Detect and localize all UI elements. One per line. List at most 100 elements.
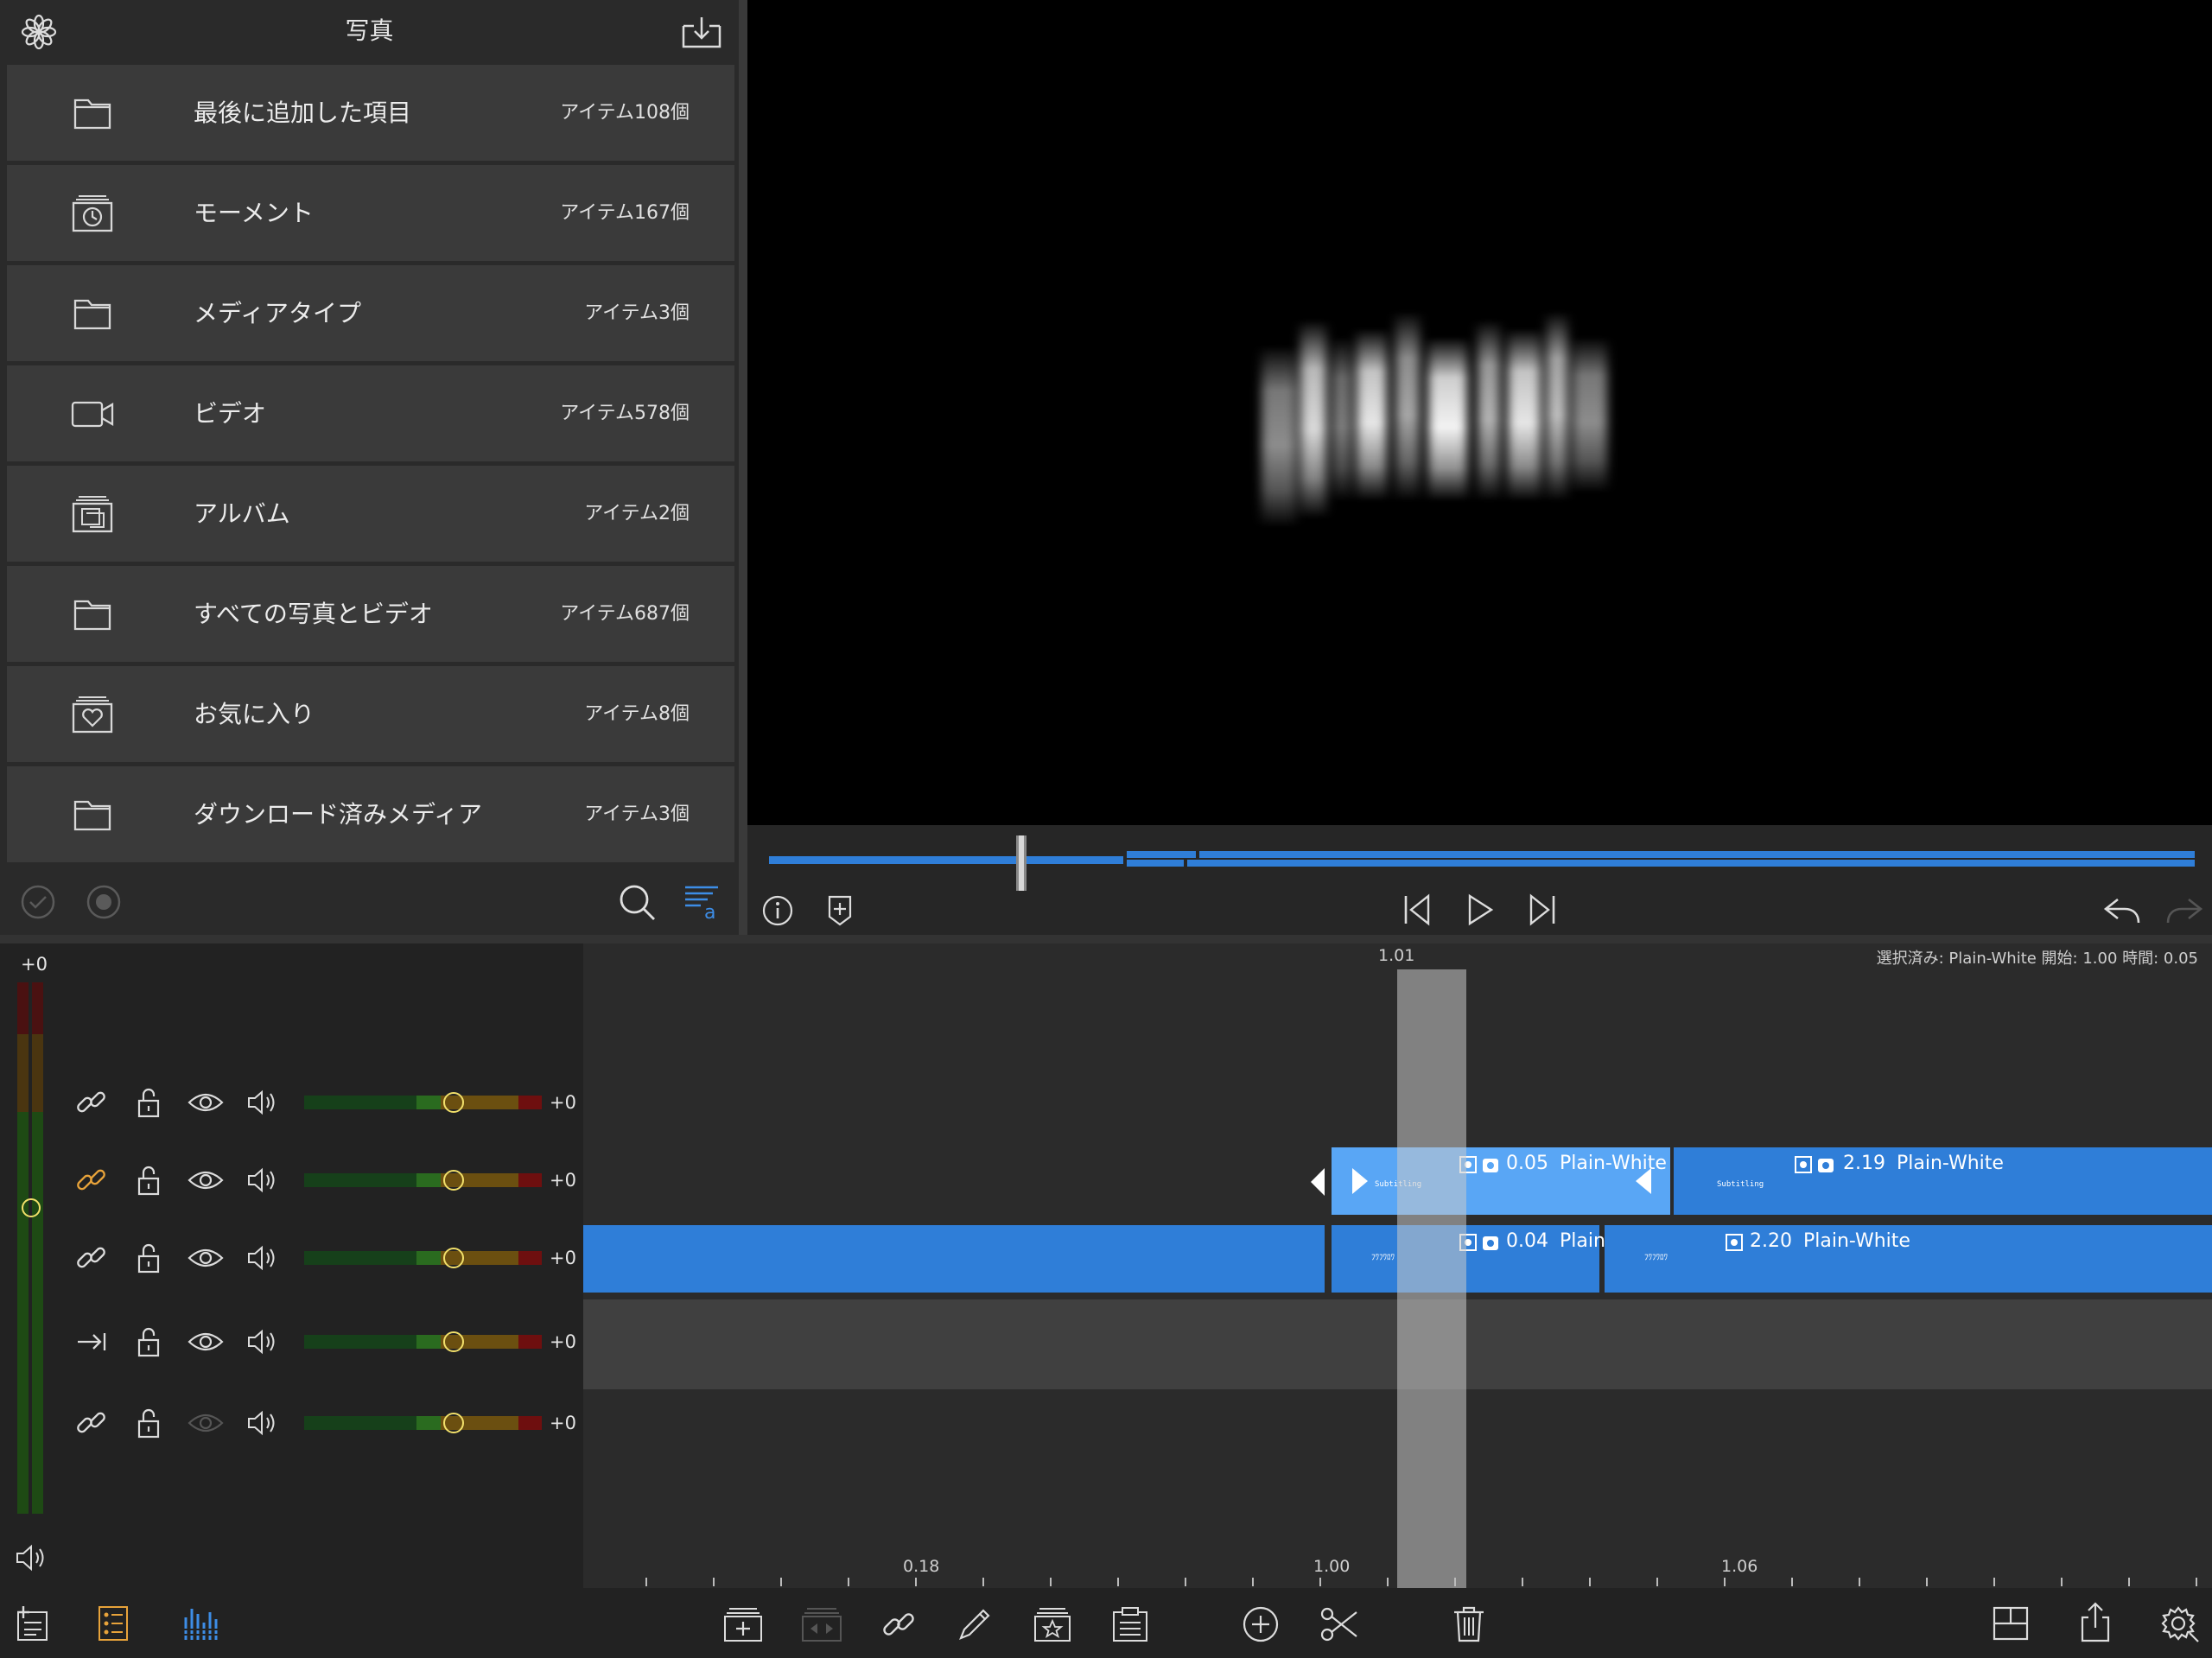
track-list-icon[interactable] (98, 1605, 129, 1642)
add-marker-icon[interactable] (826, 894, 854, 927)
track-volume-slider[interactable] (304, 1092, 542, 1113)
track-volume-slider[interactable] (304, 1248, 542, 1268)
ruler-tick (915, 1578, 917, 1586)
playhead[interactable] (1397, 969, 1466, 1588)
clip-effect-icons (1795, 1156, 1834, 1175)
eye-icon[interactable] (187, 1324, 225, 1359)
media-browser: 写真 最後に追加した項目 アイテム108個 モーメント アイテム167個 メディ… (0, 0, 739, 935)
add-track-icon[interactable] (16, 1605, 50, 1642)
track-volume-slider[interactable] (304, 1170, 542, 1191)
pencil-edit-icon[interactable] (956, 1605, 992, 1643)
link-icon[interactable] (880, 1605, 918, 1643)
speaker-icon[interactable] (245, 1085, 283, 1120)
lock-open-icon[interactable] (131, 1241, 169, 1275)
favorite-clip-icon[interactable] (1033, 1605, 1072, 1643)
clip-name: Plain (1560, 1230, 1605, 1252)
list-item[interactable]: モーメント アイテム167個 (7, 165, 734, 261)
arrow-to-line-icon[interactable] (74, 1324, 112, 1359)
link-icon[interactable] (74, 1241, 112, 1275)
scrubber-segment (1127, 851, 1196, 858)
list-item-count: アイテム2個 (584, 503, 690, 524)
trim-left-arrow[interactable] (1307, 1165, 1328, 1199)
search-icon[interactable] (619, 884, 657, 922)
panel-divider[interactable] (0, 935, 2212, 943)
scrubber-playhead[interactable] (1016, 835, 1027, 891)
list-item[interactable]: アルバム アイテム2個 (7, 466, 734, 562)
eye-icon[interactable] (187, 1085, 225, 1120)
track-volume-knob[interactable] (443, 1331, 464, 1352)
undo-icon[interactable] (2102, 896, 2142, 925)
title-clip[interactable]: Subtitling 2.19 Plain-White (1674, 1147, 2212, 1215)
scrubber-segment (1199, 851, 2195, 858)
info-icon[interactable] (761, 894, 794, 927)
ruler-tick (2128, 1578, 2130, 1586)
eye-icon[interactable] (187, 1241, 225, 1275)
eye-icon[interactable] (187, 1406, 225, 1440)
ruler-tick (982, 1578, 984, 1586)
redo-icon[interactable] (2164, 896, 2204, 925)
checkmark-icon[interactable] (21, 885, 55, 919)
track-volume-slider[interactable] (304, 1413, 542, 1433)
list-item[interactable]: メディアタイプ アイテム3個 (7, 265, 734, 361)
trim-end-handle[interactable] (1632, 1158, 1662, 1204)
list-item[interactable]: お気に入り アイテム8個 (7, 666, 734, 762)
panel-divider[interactable] (739, 0, 747, 935)
eye-icon[interactable] (187, 1163, 225, 1197)
track-volume-knob[interactable] (443, 1092, 464, 1113)
record-icon[interactable] (86, 885, 121, 919)
play-icon[interactable] (1465, 893, 1495, 927)
list-item[interactable]: 最後に追加した項目 アイテム108個 (7, 65, 734, 161)
trim-start-handle[interactable] (1342, 1158, 1371, 1204)
list-item-count: アイテム578個 (560, 403, 690, 424)
ruler-tick (713, 1578, 715, 1586)
speaker-icon[interactable] (245, 1163, 283, 1197)
clip-name: Plain-White (1897, 1153, 2004, 1174)
speaker-icon[interactable] (245, 1324, 283, 1359)
svg-text:a: a (704, 902, 715, 920)
link-icon[interactable] (74, 1406, 112, 1440)
insert-clip-icon[interactable] (722, 1605, 764, 1643)
sort-by-name-icon[interactable]: a (683, 884, 720, 920)
clipboard-icon[interactable] (1110, 1605, 1150, 1643)
trash-icon[interactable] (1452, 1605, 1486, 1643)
lock-open-icon[interactable] (131, 1085, 169, 1120)
track-volume-knob[interactable] (443, 1413, 464, 1433)
lock-open-icon[interactable] (131, 1406, 169, 1440)
track-volume-knob[interactable] (443, 1170, 464, 1191)
scrubber[interactable] (769, 835, 2195, 891)
list-item[interactable]: ダウンロード済みメディア アイテム3個 (7, 766, 734, 862)
browser-header: 写真 (0, 0, 739, 62)
audio-meter-icon[interactable] (182, 1605, 219, 1642)
list-item-count: アイテム3個 (584, 804, 690, 825)
list-item[interactable]: すべての写真とビデオ アイテム687個 (7, 566, 734, 662)
link-icon[interactable] (74, 1163, 112, 1197)
add-icon[interactable] (1242, 1605, 1280, 1643)
settings-gear-icon[interactable] (2160, 1604, 2200, 1643)
speaker-icon[interactable] (245, 1406, 283, 1440)
video-clip[interactable] (583, 1225, 1325, 1293)
video-clip[interactable]: ﾌﾜﾌﾜﾛﾜ 2.20 Plain-White (1605, 1225, 2212, 1293)
video-viewer (747, 0, 2212, 825)
viewer-controls (747, 825, 2212, 935)
speaker-icon[interactable] (245, 1241, 283, 1275)
track-volume-slider[interactable] (304, 1331, 542, 1352)
scissors-split-icon[interactable] (1319, 1605, 1359, 1643)
selected-title-clip[interactable]: Subtitling 0.05 Plain-White (1332, 1147, 1670, 1215)
layout-icon[interactable] (1993, 1605, 2029, 1642)
import-download-icon[interactable] (680, 14, 723, 50)
skip-to-start-icon[interactable] (1402, 893, 1433, 927)
lock-open-icon[interactable] (131, 1324, 169, 1359)
track-volume-value: +0 (550, 1170, 576, 1191)
clip-duration: 0.04 (1506, 1230, 1548, 1252)
share-icon[interactable] (2078, 1602, 2113, 1643)
skip-to-end-icon[interactable] (1527, 893, 1558, 927)
list-item[interactable]: ビデオ アイテム578個 (7, 365, 734, 461)
speaker-icon[interactable] (14, 1543, 48, 1572)
link-icon[interactable] (74, 1085, 112, 1120)
track-volume-value: +0 (550, 1331, 576, 1352)
track-volume-knob[interactable] (443, 1248, 464, 1268)
timeline[interactable]: 1.01 選択済み: Plain-White 開始: 1.00 時間: 0.05… (583, 943, 2212, 1588)
track-volume-value: +0 (550, 1413, 576, 1433)
master-volume-knob[interactable] (22, 1198, 41, 1217)
lock-open-icon[interactable] (131, 1163, 169, 1197)
